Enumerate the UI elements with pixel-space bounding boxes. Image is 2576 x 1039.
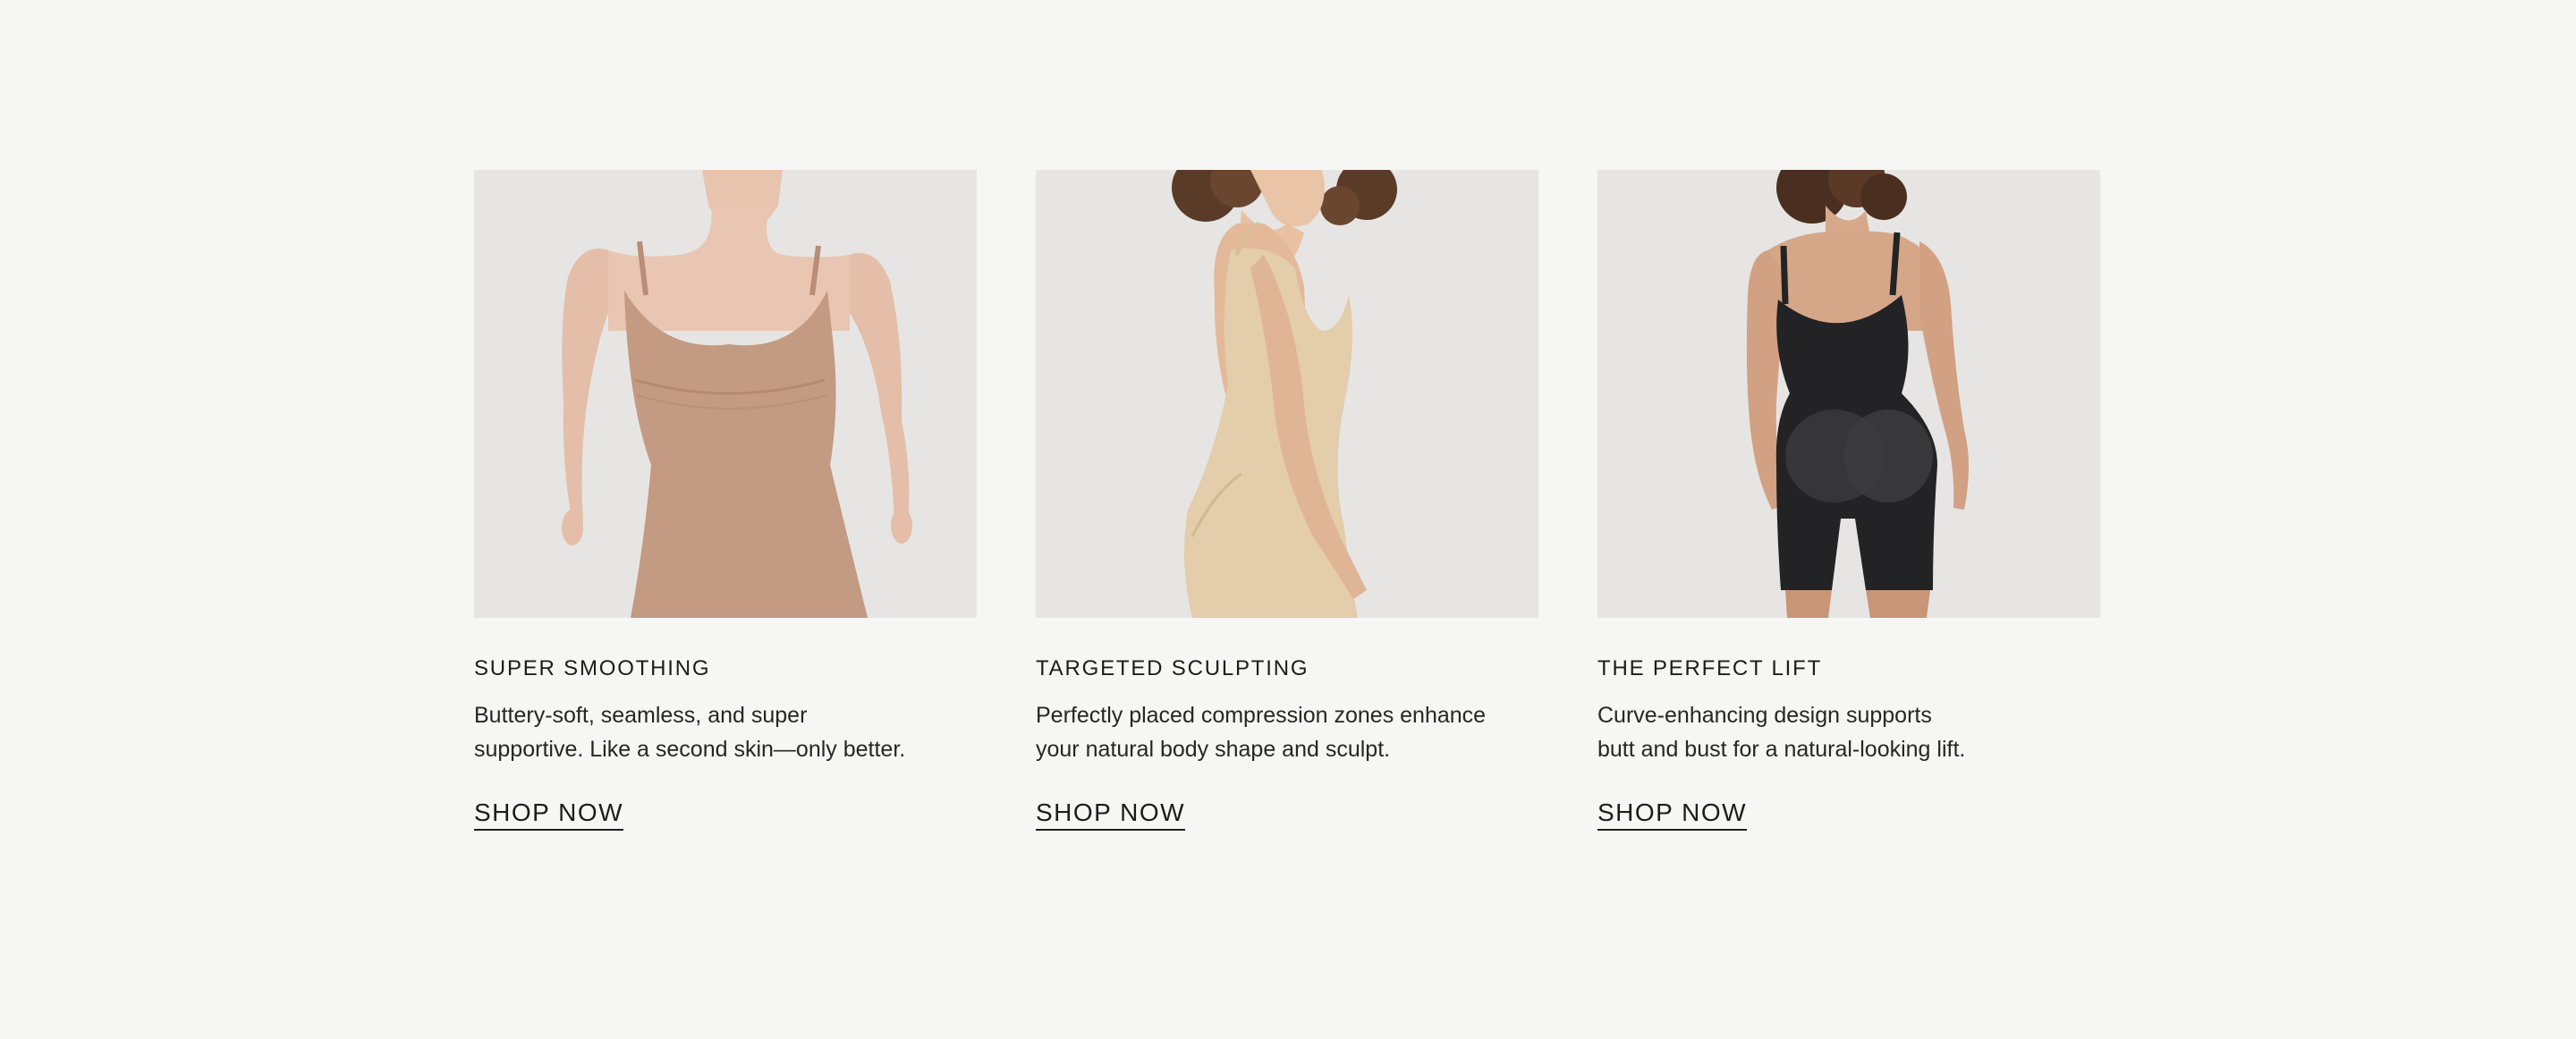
feature-card-the-perfect-lift: THE PERFECT LIFT Curve-enhancing design … — [1597, 170, 2100, 831]
feature-card-super-smoothing: SUPER SMOOTHING Buttery-soft, seamless, … — [474, 170, 977, 831]
shop-now-link[interactable]: SHOP NOW — [474, 798, 624, 831]
feature-card-targeted-sculpting: TARGETED SCULPTING Perfectly placed comp… — [1036, 170, 1538, 831]
feature-title: THE PERFECT LIFT — [1597, 656, 1823, 680]
product-image-super-smoothing[interactable] — [474, 170, 977, 618]
product-feature-grid: SUPER SMOOTHING Buttery-soft, seamless, … — [474, 170, 2100, 831]
feature-title: SUPER SMOOTHING — [474, 656, 711, 680]
feature-title: TARGETED SCULPTING — [1036, 656, 1309, 680]
product-image-the-perfect-lift[interactable] — [1597, 170, 2100, 618]
shop-now-link[interactable]: SHOP NOW — [1036, 798, 1186, 831]
feature-description: Curve-enhancing design supports butt and… — [1597, 703, 1966, 762]
product-image-targeted-sculpting[interactable] — [1036, 170, 1538, 618]
feature-description: Perfectly placed compression zones enhan… — [1036, 703, 1487, 762]
feature-description: Buttery-soft, seamless, and super suppor… — [474, 703, 906, 762]
shop-now-link[interactable]: SHOP NOW — [1597, 798, 1748, 831]
